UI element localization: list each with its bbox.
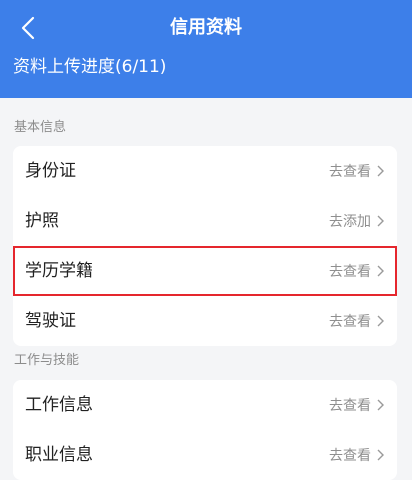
chevron-right-icon <box>377 399 384 411</box>
row-label: 护照 <box>25 211 59 231</box>
row-action[interactable]: 去查看 <box>329 395 385 415</box>
row-action-text: 去查看 <box>329 398 371 414</box>
section-title-work-skills: 工作与技能 <box>14 353 80 368</box>
chevron-right-icon <box>377 315 384 327</box>
row-id-card[interactable]: 身份证 去查看 <box>13 146 397 196</box>
chevron-right-icon <box>377 265 384 277</box>
row-education[interactable]: 学历学籍 去查看 <box>13 246 397 296</box>
work-skills-card: 工作信息 去查看 职业信息 去查看 <box>13 380 397 480</box>
upload-progress-text: 资料上传进度(6/11) <box>13 57 167 77</box>
row-action[interactable]: 去查看 <box>329 261 385 281</box>
row-action[interactable]: 去查看 <box>329 161 385 181</box>
row-action-text: 去添加 <box>329 214 371 230</box>
row-career-info[interactable]: 职业信息 去查看 <box>13 430 397 480</box>
row-action-text: 去查看 <box>329 314 371 330</box>
row-label: 职业信息 <box>25 445 93 465</box>
row-label: 学历学籍 <box>25 261 93 281</box>
section-title-basic-info: 基本信息 <box>14 120 67 135</box>
row-action[interactable]: 去添加 <box>329 211 385 231</box>
chevron-right-icon <box>377 165 384 177</box>
header-bar: 信用资料 资料上传进度(6/11) <box>0 0 412 98</box>
row-label: 驾驶证 <box>25 311 76 331</box>
chevron-right-icon <box>377 449 384 461</box>
row-action[interactable]: 去查看 <box>329 311 385 331</box>
row-passport[interactable]: 护照 去添加 <box>13 196 397 246</box>
row-action-text: 去查看 <box>329 164 371 180</box>
row-action[interactable]: 去查看 <box>329 445 385 465</box>
row-label: 工作信息 <box>25 395 93 415</box>
row-label: 身份证 <box>25 161 76 181</box>
row-action-text: 去查看 <box>329 448 371 464</box>
row-work-info[interactable]: 工作信息 去查看 <box>13 380 397 430</box>
row-action-text: 去查看 <box>329 264 371 280</box>
basic-info-card: 身份证 去查看 护照 去添加 学历学籍 去查看 驾驶证 去查看 <box>13 146 397 346</box>
chevron-right-icon <box>377 215 384 227</box>
page-title: 信用资料 <box>170 17 242 38</box>
row-driver-license[interactable]: 驾驶证 去查看 <box>13 296 397 346</box>
